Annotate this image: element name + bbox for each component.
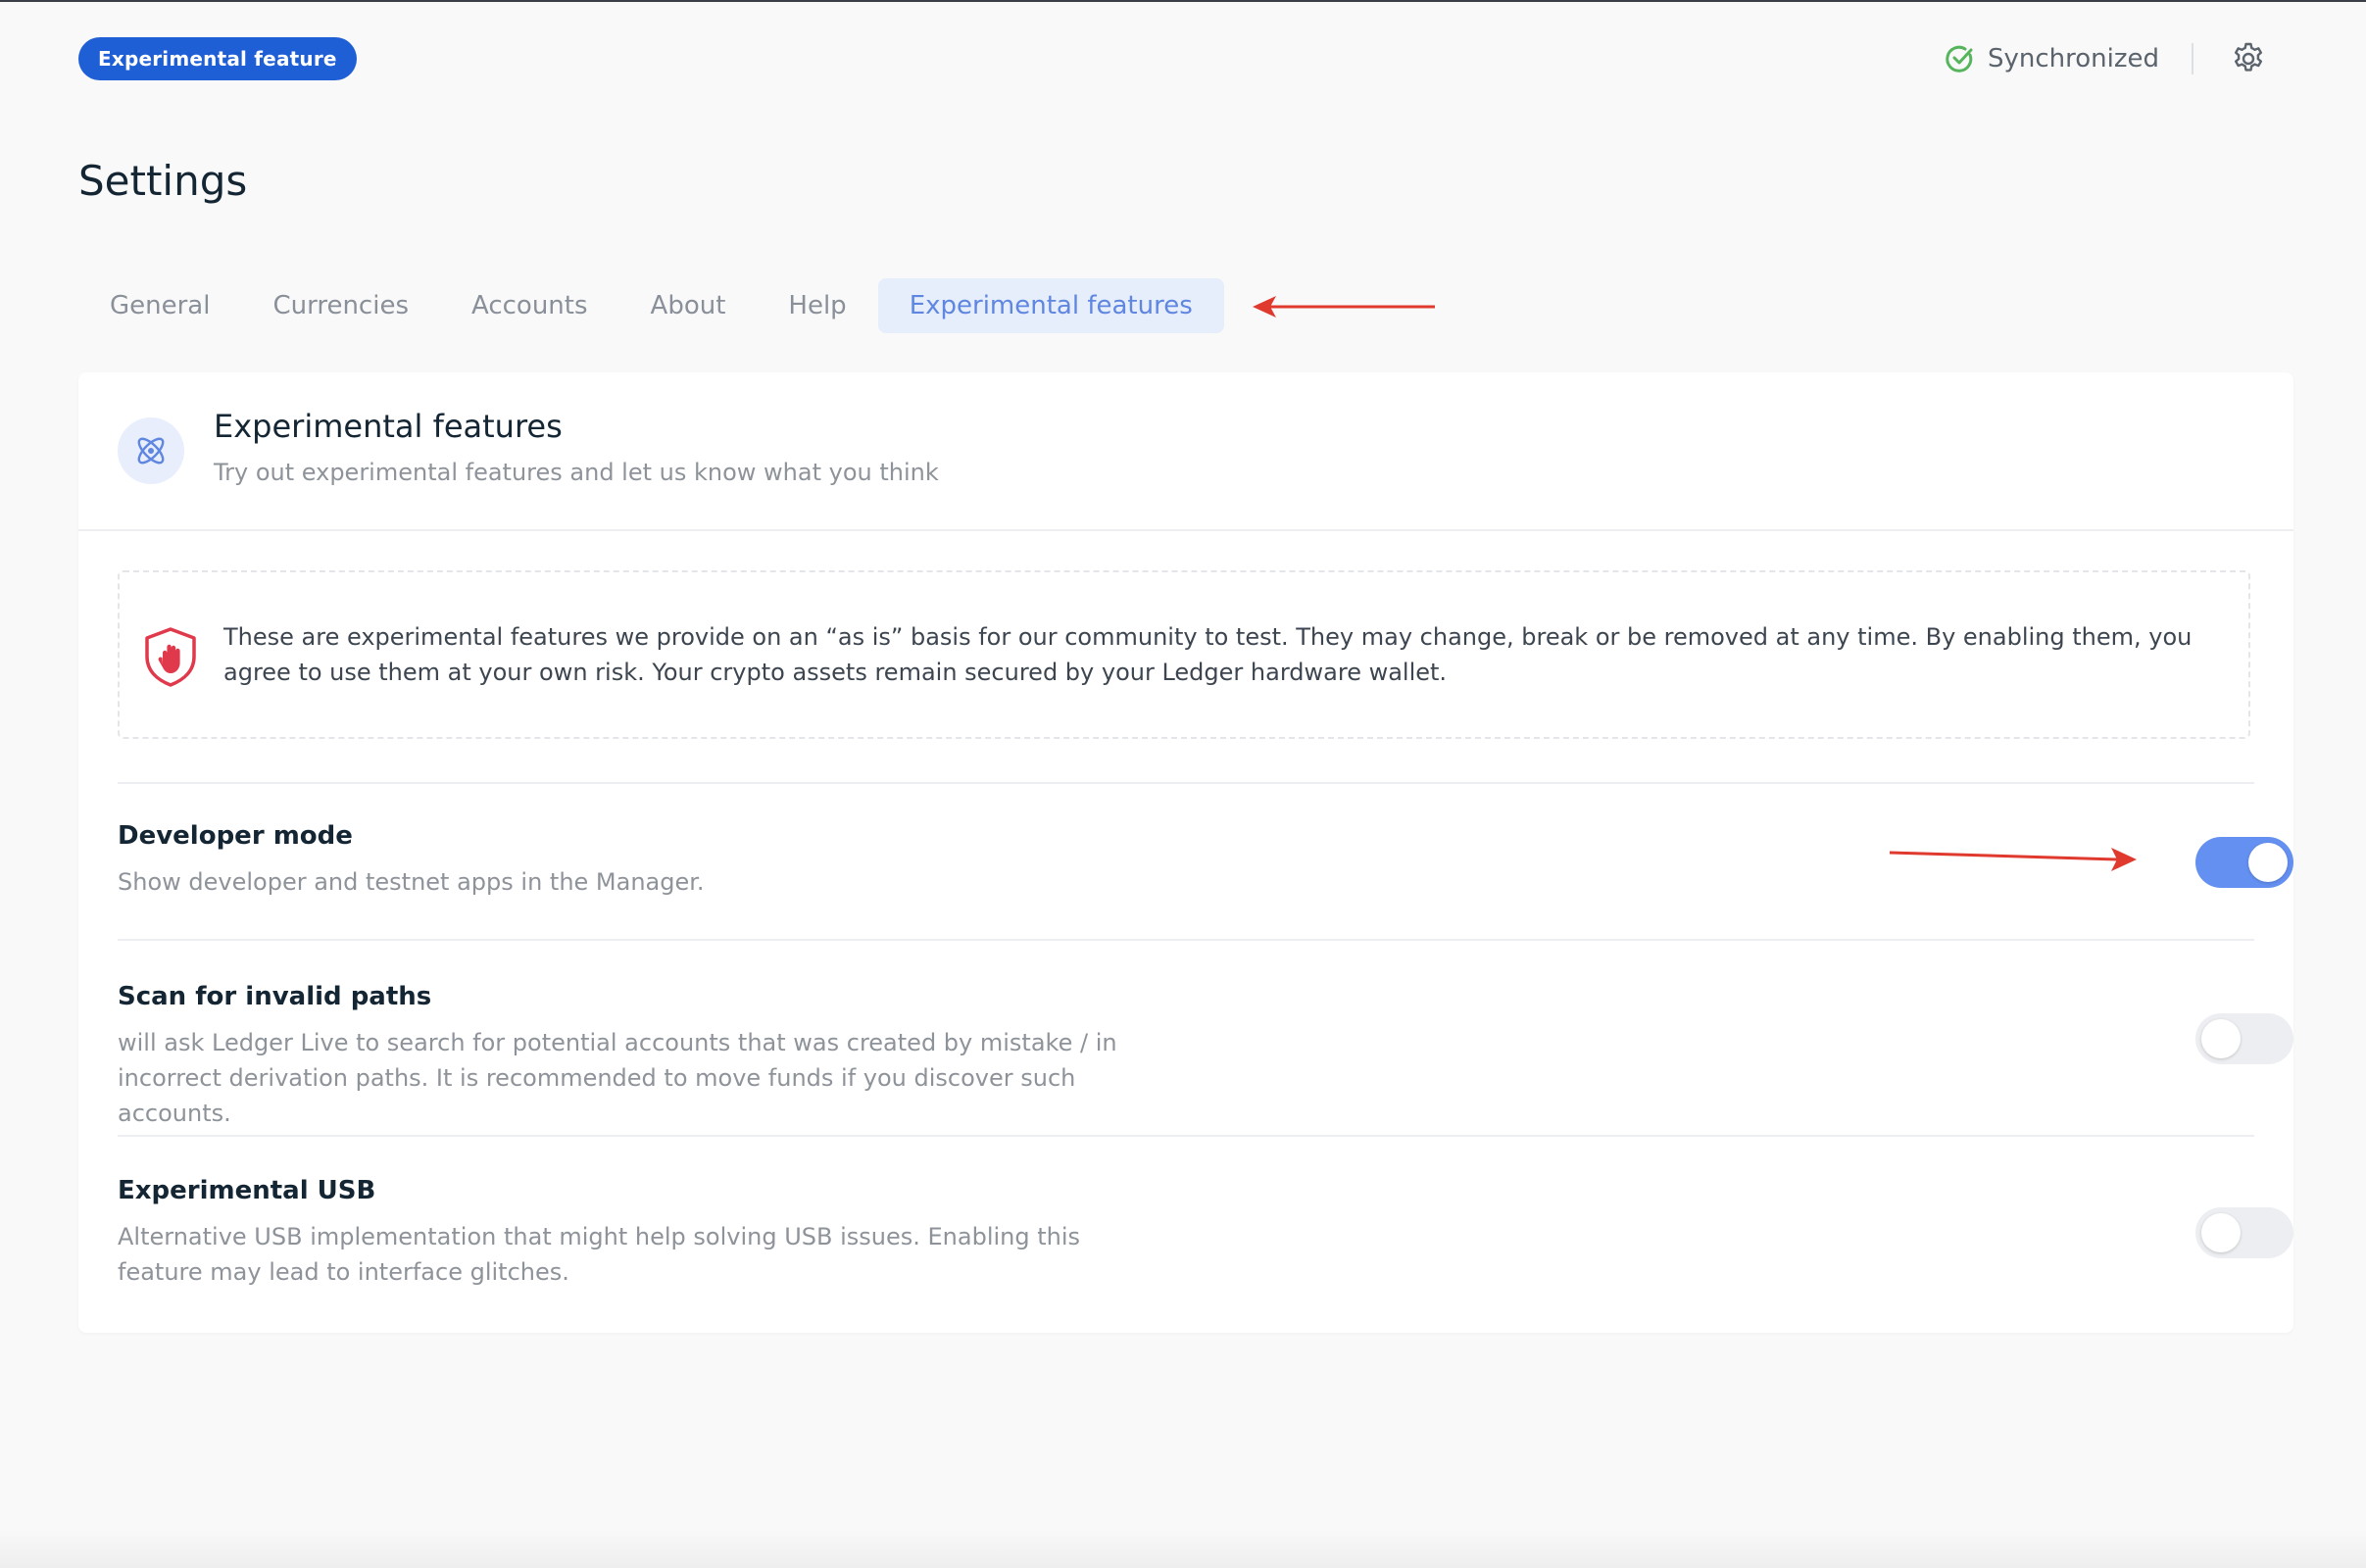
tab-general[interactable]: General <box>78 278 241 333</box>
sync-status-label: Synchronized <box>1988 44 2160 74</box>
card-header: Experimental features Try out experiment… <box>78 372 2293 531</box>
setting-row-scan-invalid-paths: Scan for invalid paths will ask Ledger L… <box>118 939 2293 1137</box>
page-title: Settings <box>78 157 248 205</box>
tab-about[interactable]: About <box>619 278 758 333</box>
card-subtitle: Try out experimental features and let us… <box>214 459 939 486</box>
experimental-usb-description: Alternative USB implementation that migh… <box>118 1223 1081 1286</box>
check-circle-icon <box>1946 45 1973 73</box>
settings-tabs: General Currencies Accounts About Help E… <box>78 278 1224 333</box>
window-top-border <box>0 0 2366 2</box>
toggle-knob <box>2201 1019 2241 1058</box>
tab-currencies[interactable]: Currencies <box>241 278 440 333</box>
annotation-arrow-tab <box>1253 296 1435 318</box>
sync-status[interactable]: Synchronized <box>1945 41 2159 76</box>
tab-help[interactable]: Help <box>757 278 877 333</box>
atom-icon <box>137 437 165 465</box>
disclaimer-box: These are experimental features we provi… <box>118 570 2250 739</box>
tab-accounts[interactable]: Accounts <box>440 278 619 333</box>
scan-invalid-paths-toggle[interactable] <box>2195 1013 2293 1064</box>
developer-mode-description: Show developer and testnet apps in the M… <box>118 868 705 896</box>
setting-row-experimental-usb: Experimental USB Alternative USB impleme… <box>118 1135 2293 1333</box>
tab-experimental-features[interactable]: Experimental features <box>877 278 1224 333</box>
annotation-arrow-toggle <box>1889 848 2137 871</box>
disclaimer-text: These are experimental features we provi… <box>223 623 2193 686</box>
header-divider <box>2192 43 2193 74</box>
card-title: Experimental features <box>214 408 563 445</box>
toggle-knob <box>2248 843 2288 882</box>
gear-icon[interactable] <box>2231 41 2266 76</box>
shield-hand-icon <box>145 627 196 687</box>
bottom-edge <box>0 1529 2366 1568</box>
experimental-usb-title: Experimental USB <box>118 1176 376 1205</box>
developer-mode-title: Developer mode <box>118 821 353 851</box>
atom-icon-container <box>118 417 184 484</box>
toggle-knob <box>2201 1213 2241 1252</box>
experimental-feature-badge[interactable]: Experimental feature <box>78 37 357 80</box>
scan-invalid-paths-title: Scan for invalid paths <box>118 982 432 1011</box>
developer-mode-toggle[interactable] <box>2195 837 2293 888</box>
experimental-usb-toggle[interactable] <box>2195 1207 2293 1258</box>
scan-invalid-paths-description: will ask Ledger Live to search for poten… <box>118 1029 1117 1127</box>
